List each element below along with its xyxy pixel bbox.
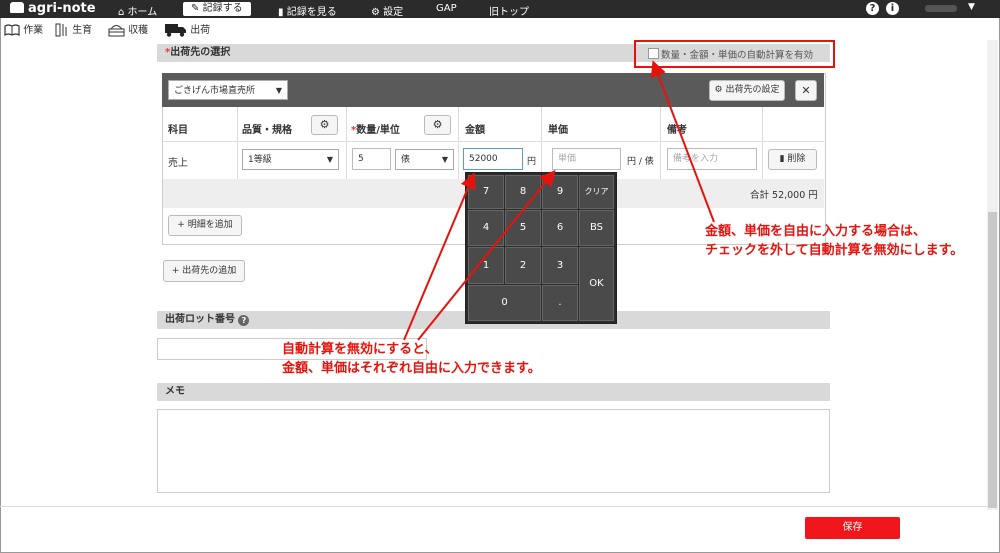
annotation-center-line1: 自動計算を無効にすると、 bbox=[282, 342, 438, 357]
annotation-right-line2: チェックを外して自動計算を無効にします。 bbox=[705, 243, 964, 258]
annotation-center-line2: 金額、単価はそれぞれ自由に入力できます。 bbox=[282, 361, 541, 376]
annotation-center: 自動計算を無効にすると、 金額、単価はそれぞれ自由に入力できます。 bbox=[282, 340, 541, 378]
arrow-to-checkbox bbox=[650, 60, 715, 223]
annotation-arrows bbox=[403, 60, 715, 341]
annotation-right-line1: 金額、単価を自由に入力する場合は、 bbox=[705, 224, 927, 239]
annotation-right: 金額、単価を自由に入力する場合は、 チェックを外して自動計算を無効にします。 bbox=[705, 222, 963, 260]
